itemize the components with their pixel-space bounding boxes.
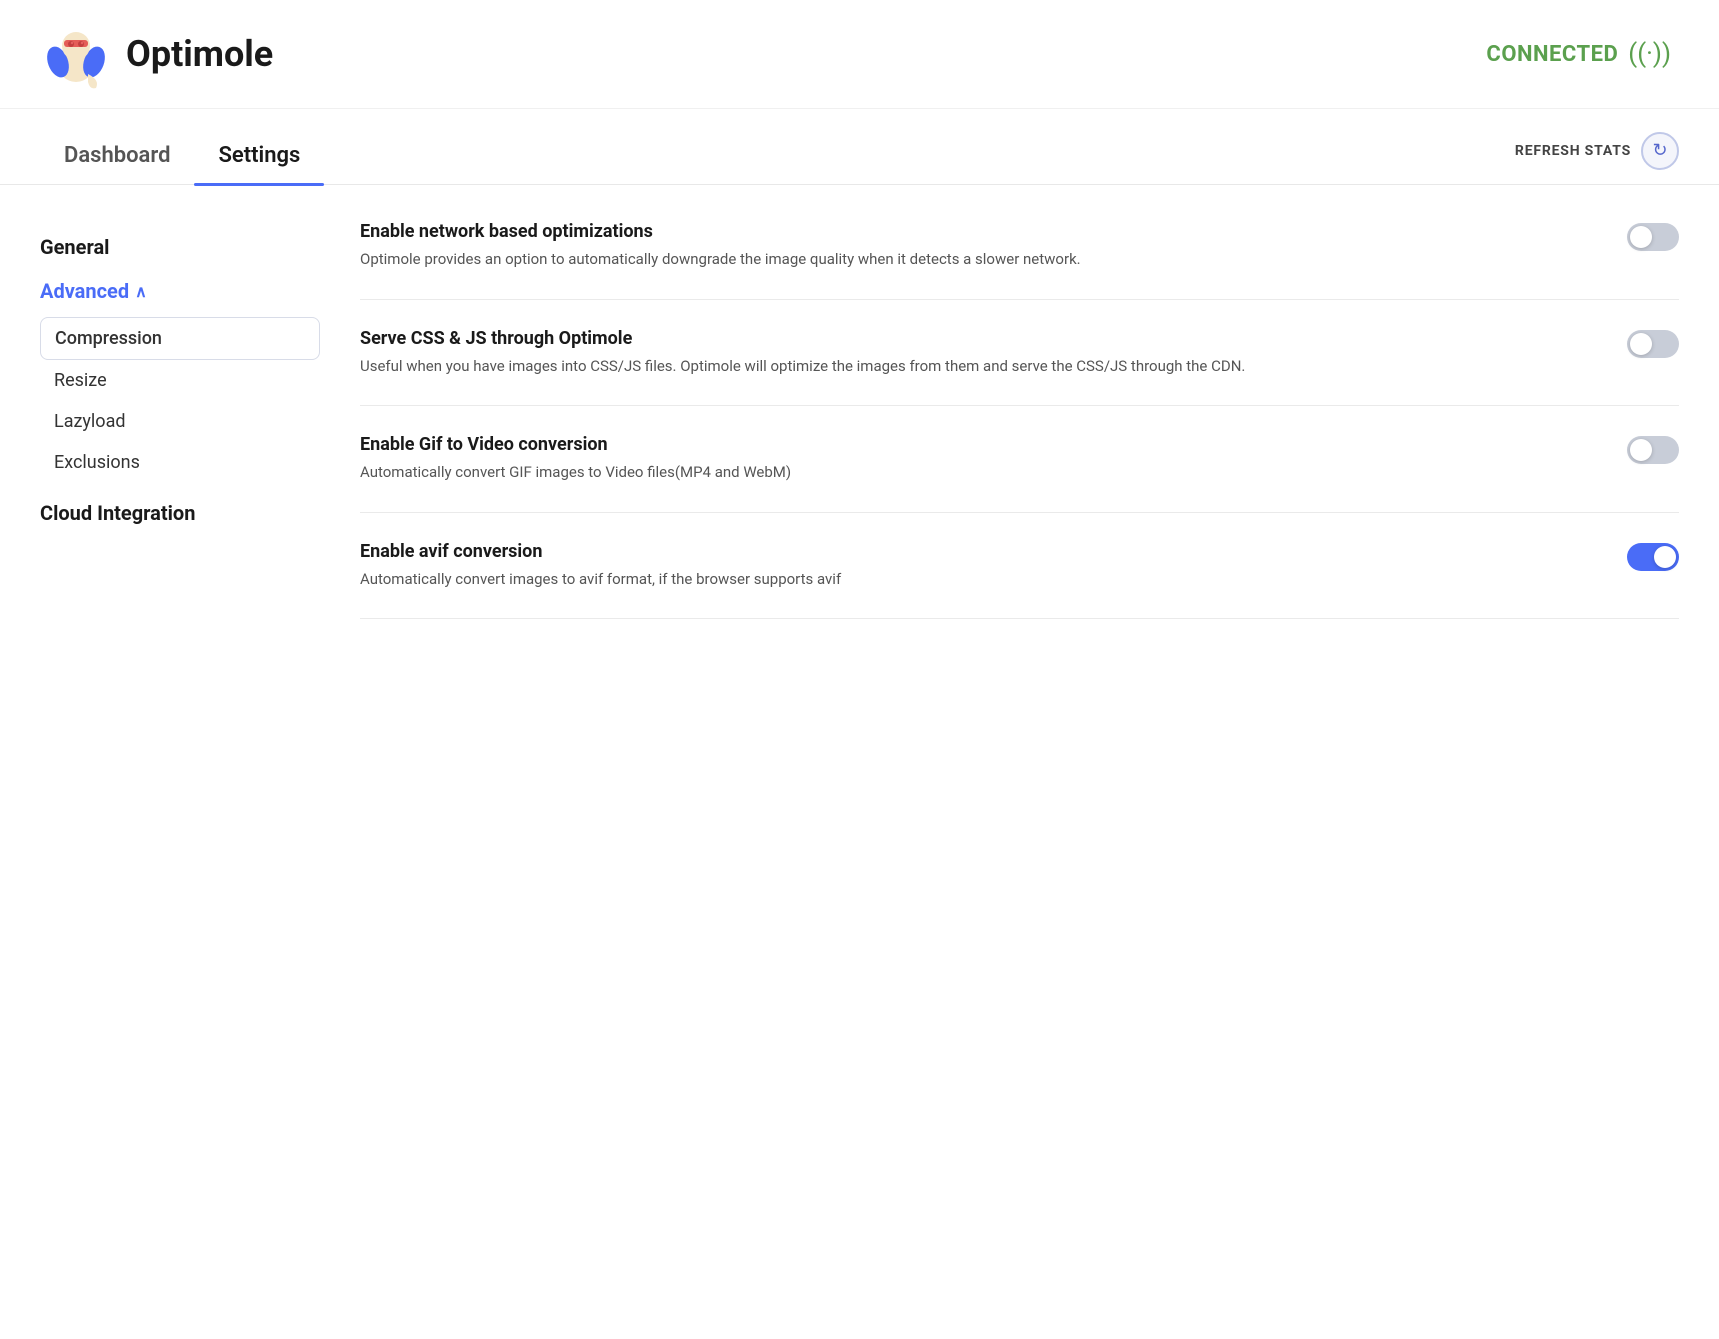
toggle-gif-video[interactable] [1627, 436, 1679, 464]
app-title: Optimole [126, 33, 273, 75]
refresh-label: REFRESH STATS [1515, 143, 1631, 159]
sidebar-item-lazyload[interactable]: Lazyload [40, 401, 320, 442]
settings-panel: Enable network based optimizations Optim… [320, 221, 1679, 1303]
setting-title-avif: Enable avif conversion [360, 541, 1595, 562]
status-label: CONNECTED [1486, 42, 1618, 67]
sidebar-item-exclusions[interactable]: Exclusions [40, 442, 320, 483]
setting-desc-css-js: Useful when you have images into CSS/JS … [360, 355, 1595, 378]
logo-icon [40, 18, 112, 90]
setting-title-network: Enable network based optimizations [360, 221, 1595, 242]
toggle-thumb-network [1630, 226, 1652, 248]
sidebar-item-advanced[interactable]: Advanced ∧ [40, 269, 320, 313]
sidebar-sub-menu: Compression Resize Lazyload Exclusions [40, 317, 320, 483]
toggle-thumb-gif-video [1630, 439, 1652, 461]
connection-status: CONNECTED ((·)) [1486, 39, 1671, 69]
sidebar-item-general[interactable]: General [40, 225, 320, 269]
toggle-track-gif-video[interactable] [1627, 436, 1679, 464]
main-content: General Advanced ∧ Compression Resize La… [0, 185, 1719, 1339]
toggle-css-js[interactable] [1627, 330, 1679, 358]
header: Optimole CONNECTED ((·)) [0, 0, 1719, 109]
sidebar-item-compression[interactable]: Compression [40, 317, 320, 360]
setting-desc-gif-video: Automatically convert GIF images to Vide… [360, 461, 1595, 484]
setting-row-network: Enable network based optimizations Optim… [360, 221, 1679, 300]
refresh-stats-area: REFRESH STATS ↻ [1515, 132, 1679, 178]
wifi-icon: ((·)) [1628, 39, 1671, 69]
toggle-track-avif[interactable] [1627, 543, 1679, 571]
refresh-stats-button[interactable]: ↻ [1641, 132, 1679, 170]
setting-row-gif-video: Enable Gif to Video conversion Automatic… [360, 406, 1679, 513]
setting-row-css-js: Serve CSS & JS through Optimole Useful w… [360, 300, 1679, 407]
sidebar-item-cloud-integration[interactable]: Cloud Integration [40, 491, 320, 535]
toggle-thumb-avif [1654, 546, 1676, 568]
tabs-nav: Dashboard Settings REFRESH STATS ↻ [0, 125, 1719, 185]
tab-dashboard[interactable]: Dashboard [40, 125, 194, 184]
setting-title-gif-video: Enable Gif to Video conversion [360, 434, 1595, 455]
setting-text-gif-video: Enable Gif to Video conversion Automatic… [360, 434, 1595, 484]
setting-desc-avif: Automatically convert images to avif for… [360, 568, 1595, 591]
toggle-track-network[interactable] [1627, 223, 1679, 251]
logo-area: Optimole [40, 18, 273, 90]
setting-row-avif: Enable avif conversion Automatically con… [360, 513, 1679, 620]
toggle-network[interactable] [1627, 223, 1679, 251]
tab-settings[interactable]: Settings [194, 125, 324, 184]
setting-text-network: Enable network based optimizations Optim… [360, 221, 1595, 271]
toggle-thumb-css-js [1630, 333, 1652, 355]
sidebar-item-resize[interactable]: Resize [40, 360, 320, 401]
setting-desc-network: Optimole provides an option to automatic… [360, 248, 1595, 271]
toggle-track-css-js[interactable] [1627, 330, 1679, 358]
chevron-up-icon: ∧ [135, 282, 147, 301]
setting-text-css-js: Serve CSS & JS through Optimole Useful w… [360, 328, 1595, 378]
setting-title-css-js: Serve CSS & JS through Optimole [360, 328, 1595, 349]
toggle-avif[interactable] [1627, 543, 1679, 571]
sidebar: General Advanced ∧ Compression Resize La… [40, 221, 320, 1303]
setting-text-avif: Enable avif conversion Automatically con… [360, 541, 1595, 591]
